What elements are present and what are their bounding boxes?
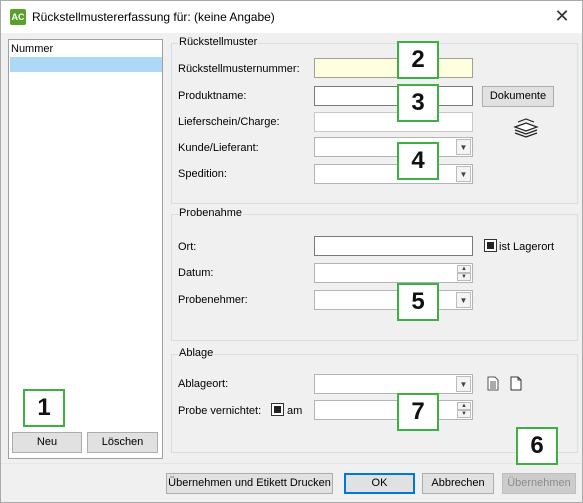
group-divider (171, 340, 578, 341)
sample-number-field[interactable] (314, 58, 473, 78)
new-document-icon[interactable] (510, 376, 522, 391)
marker-badge-5: 5 (397, 283, 439, 321)
chevron-down-icon[interactable]: ▼ (456, 292, 471, 308)
label-product-name: Produktname: (178, 90, 247, 102)
location-field[interactable] (314, 236, 473, 256)
documents-button[interactable]: Dokumente (482, 86, 554, 107)
label-date: Datum: (178, 267, 214, 279)
marker-badge-7: 7 (397, 393, 439, 431)
label-shipping: Spedition: (178, 168, 227, 180)
destroyed-date-spinner[interactable]: ▲ ▼ (457, 402, 471, 418)
sampler-combo[interactable]: ▼ (314, 290, 473, 310)
label-delivery-batch: Lieferschein/Charge: (178, 116, 280, 128)
label-sampler: Probenehmer: (178, 294, 248, 306)
label-destroyed-on: am (287, 405, 303, 417)
shipping-combo[interactable]: ▼ (314, 164, 473, 184)
ok-button[interactable]: OK (344, 473, 415, 494)
footer-divider (1, 463, 582, 464)
close-icon[interactable]: ✕ (552, 6, 572, 26)
date-spinner[interactable]: ▲ ▼ (457, 265, 471, 281)
cancel-button[interactable]: Abbrechen (422, 473, 494, 494)
app-icon: AC (10, 9, 26, 25)
window-title: Rückstellmustererfassung für: (keine Ang… (32, 10, 275, 24)
label-storage-location: Ablageort: (178, 378, 229, 390)
group-title-probenahme: Probenahme (178, 207, 243, 219)
label-customer-supplier: Kunde/Lieferant: (178, 142, 259, 154)
document-lines-icon[interactable] (487, 376, 499, 391)
label-sample-number: Rückstellmusternummer: (178, 63, 300, 75)
dialog-window: AC Rückstellmustererfassung für: (keine … (0, 0, 583, 503)
destroyed-date-field[interactable]: ▲ ▼ (314, 400, 473, 420)
group-divider (171, 203, 578, 204)
title-bar: AC Rückstellmustererfassung für: (keine … (1, 1, 582, 33)
chevron-down-icon[interactable]: ▼ (456, 376, 471, 392)
label-sample-destroyed: Probe vernichtet: (178, 405, 262, 417)
label-is-warehouse: ist Lagerort (499, 241, 555, 253)
chevron-down-icon[interactable]: ▼ (456, 139, 471, 155)
list-column-header: Nummer (11, 43, 54, 55)
date-field[interactable]: ▲ ▼ (314, 263, 473, 283)
storage-location-combo[interactable]: ▼ (314, 374, 473, 394)
marker-badge-3: 3 (397, 84, 439, 122)
documents-stack-icon (513, 118, 539, 138)
product-name-field[interactable] (314, 86, 473, 106)
chevron-down-icon[interactable]: ▼ (456, 166, 471, 182)
delete-button[interactable]: Löschen (87, 432, 158, 453)
marker-badge-2: 2 (397, 41, 439, 79)
group-title-rueckstellmuster: Rückstellmuster (178, 36, 259, 48)
is-warehouse-checkbox[interactable] (484, 239, 497, 252)
label-location: Ort: (178, 241, 197, 253)
customer-supplier-combo[interactable]: ▼ (314, 137, 473, 157)
list-item-selected[interactable] (10, 57, 162, 72)
new-button[interactable]: Neu (12, 432, 82, 453)
save-and-print-label-button[interactable]: Übernehmen und Etikett Drucken (166, 473, 333, 494)
delivery-batch-field[interactable] (314, 112, 473, 132)
marker-badge-6: 6 (516, 427, 558, 465)
marker-badge-4: 4 (397, 142, 439, 180)
group-title-ablage: Ablage (178, 347, 215, 359)
sample-destroyed-checkbox[interactable] (271, 403, 284, 416)
marker-badge-1: 1 (23, 389, 65, 427)
apply-button[interactable]: Übernehmen (502, 473, 576, 494)
